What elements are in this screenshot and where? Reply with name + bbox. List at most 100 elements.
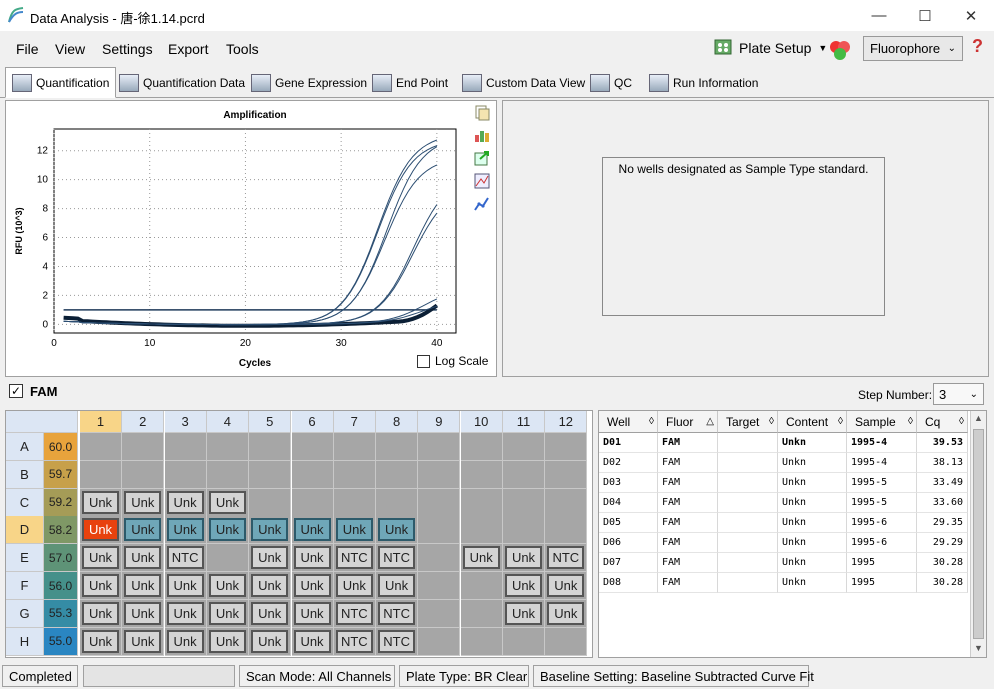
plate-setup-button[interactable]: Plate Setup ▼ — [712, 35, 827, 61]
plate-well[interactable] — [503, 460, 545, 489]
plate-well[interactable] — [418, 488, 461, 517]
plate-well[interactable]: NTC — [376, 627, 419, 656]
plate-well[interactable]: Unk — [206, 627, 249, 656]
column-header-well[interactable]: Well ◊ — [599, 411, 658, 433]
table-cell-fluor[interactable]: FAM — [658, 473, 718, 493]
plate-well[interactable] — [460, 599, 503, 628]
table-cell-well[interactable]: D06 — [599, 533, 658, 553]
column-header-sample[interactable]: Sample ◊ — [847, 411, 917, 433]
log-scale-checkbox[interactable] — [417, 354, 430, 368]
help-icon[interactable]: ? — [972, 36, 983, 57]
table-cell-well[interactable]: D02 — [599, 453, 658, 473]
table-cell-cq[interactable]: 38.13 — [917, 453, 968, 473]
table-cell-sample[interactable]: 1995-6 — [847, 513, 917, 533]
plate-well[interactable] — [206, 460, 249, 489]
plate-well[interactable] — [545, 516, 588, 545]
plate-well[interactable] — [503, 488, 545, 517]
menu-export[interactable]: Export — [168, 41, 208, 57]
plate-well[interactable]: Unk — [291, 572, 334, 600]
amplification-chart[interactable]: Amplification 0 10 20 30 40 0 2 4 6 8 10 12 Cycles RFU… — [6, 101, 496, 376]
plate-well[interactable]: Unk — [80, 516, 122, 545]
sort-icon[interactable]: ◊ — [959, 416, 964, 427]
plate-well[interactable] — [418, 627, 461, 656]
tab-gene-expression[interactable]: Gene Expression — [244, 69, 374, 97]
plate-well[interactable]: Unk — [164, 599, 207, 628]
plate-well[interactable] — [291, 488, 334, 517]
plate-well[interactable]: Unk — [122, 544, 165, 573]
plate-well[interactable]: Unk — [122, 488, 165, 517]
plate-column-header[interactable]: 6 — [291, 411, 334, 433]
bar-chart-icon[interactable] — [474, 127, 490, 143]
plate-well[interactable] — [376, 488, 419, 517]
step-number-dropdown[interactable]: 3 ⌄ — [933, 383, 984, 405]
plate-well[interactable] — [545, 460, 588, 489]
plate-column-header[interactable]: 7 — [333, 411, 376, 433]
plate-column-header[interactable]: 8 — [376, 411, 419, 433]
table-cell-target[interactable] — [718, 513, 778, 533]
zoom-chart-icon[interactable] — [474, 173, 490, 189]
plate-well[interactable]: Unk — [460, 544, 503, 573]
table-cell-cq[interactable]: 29.35 — [917, 513, 968, 533]
sort-icon[interactable]: ◊ — [769, 416, 774, 427]
plate-well[interactable] — [503, 433, 545, 461]
table-cell-well[interactable]: D04 — [599, 493, 658, 513]
plate-well[interactable]: Unk — [164, 488, 207, 517]
plate-well[interactable] — [418, 460, 461, 489]
plate-well[interactable] — [206, 433, 249, 461]
table-cell-cq[interactable]: 39.53 — [917, 433, 968, 453]
table-cell-content[interactable]: Unkn — [778, 493, 847, 513]
plate-column-header[interactable]: 3 — [164, 411, 207, 433]
table-cell-well[interactable]: D03 — [599, 473, 658, 493]
plate-well[interactable]: Unk — [503, 599, 545, 628]
table-cell-well[interactable]: D05 — [599, 513, 658, 533]
table-scrollbar[interactable]: ▲ ▼ — [970, 411, 986, 657]
plate-well[interactable]: Unk — [291, 544, 334, 573]
plate-well[interactable]: Unk — [206, 516, 249, 545]
plate-well[interactable]: Unk — [164, 516, 207, 545]
log-scale-toggle[interactable]: Log Scale — [417, 354, 488, 368]
menu-settings[interactable]: Settings — [102, 41, 153, 57]
plate-well[interactable] — [291, 460, 334, 489]
plate-column-header[interactable]: 1 — [80, 411, 122, 433]
plate-well[interactable] — [418, 572, 461, 600]
tab-qc[interactable]: QC — [583, 69, 639, 97]
plate-row-header[interactable]: A — [6, 433, 44, 461]
plate-well[interactable]: NTC — [545, 544, 588, 573]
plate-corner[interactable] — [6, 411, 78, 433]
plate-well[interactable]: Unk — [291, 516, 334, 545]
table-cell-fluor[interactable]: FAM — [658, 533, 718, 553]
table-cell-sample[interactable]: 1995-4 — [847, 433, 917, 453]
table-cell-cq[interactable]: 30.28 — [917, 553, 968, 573]
table-cell-target[interactable] — [718, 493, 778, 513]
table-cell-content[interactable]: Unkn — [778, 453, 847, 473]
plate-well[interactable] — [418, 516, 461, 545]
plate-well[interactable] — [333, 460, 376, 489]
plate-well[interactable]: Unk — [376, 516, 419, 545]
curve-icon[interactable] — [474, 196, 490, 212]
plate-column-header[interactable]: 11 — [503, 411, 545, 433]
plate-well[interactable] — [249, 433, 292, 461]
column-header-fluor[interactable]: Fluor △ — [658, 411, 718, 433]
table-cell-well[interactable]: D01 — [599, 433, 658, 453]
plate-well[interactable]: Unk — [80, 544, 122, 573]
plate-well[interactable] — [545, 627, 588, 656]
table-cell-sample[interactable]: 1995-6 — [847, 533, 917, 553]
plate-well[interactable]: Unk — [249, 599, 292, 628]
plate-row-header[interactable]: E — [6, 544, 44, 573]
table-cell-target[interactable] — [718, 553, 778, 573]
plate-well[interactable] — [249, 488, 292, 517]
plate-well[interactable] — [164, 460, 207, 489]
table-cell-fluor[interactable]: FAM — [658, 433, 718, 453]
tab-end-point[interactable]: End Point — [365, 69, 455, 97]
plate-well[interactable]: NTC — [333, 544, 376, 573]
plate-well[interactable] — [503, 516, 545, 545]
plate-well[interactable]: NTC — [333, 599, 376, 628]
table-cell-sample[interactable]: 1995-5 — [847, 473, 917, 493]
table-cell-target[interactable] — [718, 573, 778, 593]
plate-column-header[interactable]: 9 — [418, 411, 461, 433]
export-icon[interactable] — [474, 150, 490, 166]
plate-well[interactable]: Unk — [376, 572, 419, 600]
plate-well[interactable]: Unk — [249, 516, 292, 545]
table-cell-content[interactable]: Unkn — [778, 473, 847, 493]
table-cell-content[interactable]: Unkn — [778, 573, 847, 593]
